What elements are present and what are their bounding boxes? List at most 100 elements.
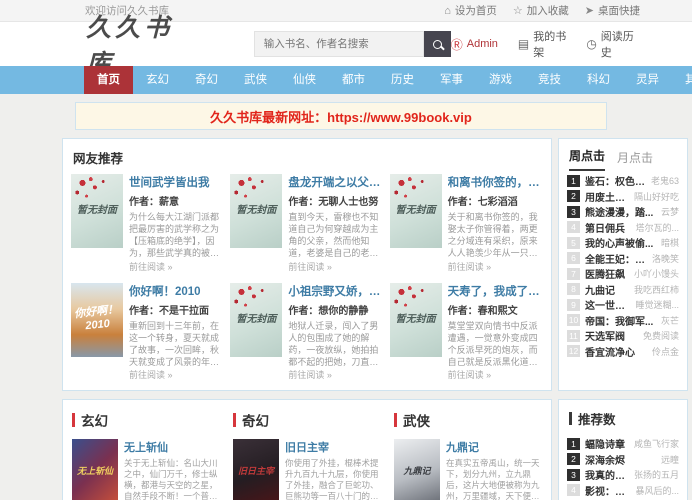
book-title: 我真的控制不... xyxy=(585,467,630,482)
rank-list-item[interactable]: 5 我的心声被偷... 暗棋 xyxy=(559,235,687,251)
book-title: 九曲记 xyxy=(585,282,630,297)
book-title-link[interactable]: 和离书你签的，我... xyxy=(448,174,543,190)
rank-list-item[interactable]: 1 鉴石：权色人生 老鬼63 xyxy=(559,173,687,189)
rank-list-item[interactable]: 4 影视：从我的... 暴风后的... xyxy=(559,483,687,499)
book-title-link[interactable]: 你好啊！2010 xyxy=(129,283,224,299)
read-more-link[interactable]: 前往阅读 » xyxy=(129,260,224,273)
rank-list-item[interactable]: 3 熊途漫漫，踏... 云梦 xyxy=(559,204,687,220)
rank-badge: 9 xyxy=(567,299,580,311)
book-author: 作者：七彩滔滔 xyxy=(448,193,543,208)
my-bookshelf-link[interactable]: ▤ 我的书架 xyxy=(518,28,566,60)
rank-tabs: 周点击 月点击 xyxy=(559,139,687,171)
latest-url-banner[interactable]: 久久书库最新网址：https://www.99book.vip xyxy=(75,102,607,130)
book-author: 暗棋 xyxy=(661,236,679,249)
search-input[interactable] xyxy=(254,31,424,57)
book-author: 作者：无聊人士也努 xyxy=(288,193,383,208)
set-homepage-link[interactable]: ⌂ 设为首页 xyxy=(444,3,497,18)
reading-history-link[interactable]: ◷ 阅读历史 xyxy=(586,28,634,60)
rank-list-item[interactable]: 1 蝠隐诗章 咸鱼飞行家 xyxy=(559,436,687,452)
read-more-link[interactable]: 前往阅读 » xyxy=(288,260,383,273)
rank-list-item[interactable]: 12 香宜流净心 伶点金 xyxy=(559,344,687,360)
read-more-link[interactable]: 前往阅读 » xyxy=(288,368,383,381)
nav-item-lingyi[interactable]: 灵异 xyxy=(623,66,672,94)
book-title: 我的心声被偷... xyxy=(585,235,657,250)
nav-item-lishi[interactable]: 历史 xyxy=(378,66,427,94)
book-title-link[interactable]: 无上斩仙 xyxy=(124,439,220,455)
book-cover[interactable]: 九鼎记 xyxy=(394,439,440,500)
read-more-link[interactable]: 前往阅读 » xyxy=(448,260,543,273)
nav-item-home[interactable]: 首页 xyxy=(84,66,133,94)
book-title-link[interactable]: 小祖宗野又娇，池... xyxy=(288,283,383,299)
nav-item-dushi[interactable]: 都市 xyxy=(329,66,378,94)
featured-book: 旧日主宰 旧日主宰 你使用了外挂，棍棒术提升九百九十九层，你使用了外挂，融合了巨… xyxy=(233,439,381,500)
rank-badge: 10 xyxy=(567,314,580,326)
rank-accent-bar xyxy=(569,412,572,425)
cover-label: 暂无封面 xyxy=(396,314,436,326)
book-author: 灰芒 xyxy=(661,314,679,327)
book-title-link[interactable]: 九鼎记 xyxy=(446,439,542,455)
search-button[interactable] xyxy=(424,31,451,57)
tab-week-click[interactable]: 周点击 xyxy=(569,147,605,171)
nav-item-youxi[interactable]: 游戏 xyxy=(476,66,525,94)
nav-item-wuxia[interactable]: 武侠 xyxy=(231,66,280,94)
read-more-link[interactable]: 前往阅读 » xyxy=(129,368,224,381)
rank-list-item[interactable]: 6 全能王妃：她... 洛晚笑 xyxy=(559,251,687,267)
book-desc: 莫堂堂双向情书中反派遭遇，一觉意外变成四个反派早死的炮灰，而自己就是反派黑化道路… xyxy=(448,320,543,369)
nav-item-xianxia[interactable]: 仙侠 xyxy=(280,66,329,94)
book-card: 暂无封面 盘龙开端之以父之名 作者：无聊人士也努 直到今天，雷穆也不知道自己为何… xyxy=(230,174,383,273)
category-sections-panel: 玄幻 无上斩仙 无上斩仙 关于无上斩仙：名山大川之中，仙门万千，修士纵横，都港与… xyxy=(62,399,552,500)
book-cover[interactable]: 暂无封面 xyxy=(390,283,442,357)
book-cover[interactable]: 暂无封面 xyxy=(71,174,123,248)
read-more-link[interactable]: 前往阅读 » xyxy=(448,368,543,381)
rank-list: 1 鉴石：权色人生 老鬼63 2 用废土世界的... 隔山好好吃 3 熊途漫漫，… xyxy=(559,171,687,363)
book-desc: 为什么每大江湖门派都把最厉害的武学称之为【压箱底的绝学】，因为，那些武学真的被压… xyxy=(129,211,224,260)
nav-item-jingji[interactable]: 竞技 xyxy=(525,66,574,94)
book-title-link[interactable]: 旧日主宰 xyxy=(285,439,381,455)
rank-list-item[interactable]: 8 九曲记 我吃西红柿 xyxy=(559,282,687,298)
star-icon: ☆ xyxy=(513,4,523,17)
main-row: 网友推荐 暂无封面 世间武学皆出我 作者：薪意 为什么每大江湖门派都把最厉害的武… xyxy=(62,138,688,391)
book-cover[interactable]: 无上斩仙 xyxy=(72,439,118,500)
rank-badge: 4 xyxy=(567,484,580,496)
nav-item-qihuan[interactable]: 奇幻 xyxy=(182,66,231,94)
top-links: ⌂ 设为首页 ☆ 加入收藏 ➤ 桌面快捷 xyxy=(444,3,640,18)
rank-list-item[interactable]: 7 医腾狂飙 小吖小馒头 xyxy=(559,266,687,282)
nav-item-kehuan[interactable]: 科幻 xyxy=(574,66,623,94)
nav-item-junshi[interactable]: 军事 xyxy=(427,66,476,94)
add-favorite-link[interactable]: ☆ 加入收藏 xyxy=(513,3,569,18)
book-title: 影视：从我的... xyxy=(585,483,631,498)
nav-item-xuanhuan[interactable]: 玄幻 xyxy=(133,66,182,94)
book-cover[interactable]: 暂无封面 xyxy=(230,283,282,357)
book-title-link[interactable]: 世间武学皆出我 xyxy=(129,174,224,190)
cover-label: 暂无封面 xyxy=(77,205,117,217)
book-author: 作者：不是干拉面 xyxy=(129,302,224,317)
rank-list-item[interactable]: 11 天选军阀 免费阅读 xyxy=(559,328,687,344)
rank-list-item[interactable]: 10 帝国：我御军... 灰芒 xyxy=(559,313,687,329)
desktop-shortcut-link[interactable]: ➤ 桌面快捷 xyxy=(585,3,640,18)
book-title: 这一世，恋蝶... xyxy=(585,297,631,312)
nav-item-qita[interactable]: 其他 xyxy=(672,66,692,94)
book-author: 远瞳 xyxy=(661,453,679,466)
book-cover[interactable]: 旧日主宰 xyxy=(233,439,279,500)
rank-list-item[interactable]: 2 深海余烬 远瞳 xyxy=(559,452,687,468)
book-cover[interactable]: 暂无封面 xyxy=(230,174,282,248)
book-author: 张扬的五月 xyxy=(634,468,679,481)
book-card: 暂无封面 和离书你签的，我... 作者：七彩滔滔 关于和离书你签的，我娶太子你管… xyxy=(390,174,543,273)
featured-book: 九鼎记 九鼎记 在真实五帝禹山，统一天下，划分九州，立九鼎后，这片大地便被称为九… xyxy=(394,439,542,500)
book-cover[interactable]: 暂无封面 xyxy=(390,174,442,248)
book-cover[interactable]: 你好啊！2010 xyxy=(71,283,123,357)
rank-list-item[interactable]: 9 这一世，恋蝶... 睡觉迷糊... xyxy=(559,297,687,313)
book-desc: 地狱人迁录，闯入了男人的包围成了她的解药，一夜放纵，她拍拍都不起的把她，刀直直的… xyxy=(288,320,383,369)
rank-header: 推荐数 xyxy=(559,400,687,434)
book-title: 鉴石：权色人生 xyxy=(585,173,647,188)
book-title-link[interactable]: 盘龙开端之以父之名 xyxy=(288,174,383,190)
add-favorite-label: 加入收藏 xyxy=(527,3,569,18)
tab-month-click[interactable]: 月点击 xyxy=(617,149,653,171)
book-title-link[interactable]: 天寿了，我成了四... xyxy=(448,283,543,299)
rank-list-item[interactable]: 3 我真的控制不... 张扬的五月 xyxy=(559,467,687,483)
rank-list-item[interactable]: 4 第日佣兵 塔尔瓦的... xyxy=(559,220,687,236)
section-qihuan: 奇幻 旧日主宰 旧日主宰 你使用了外挂，棍棒术提升九百九十九层，你使用了外挂，融… xyxy=(233,410,381,500)
admin-account-link[interactable]: Ⓡ Admin xyxy=(451,28,498,60)
rank-list-item[interactable]: 2 用废土世界的... 隔山好好吃 xyxy=(559,189,687,205)
section-title: 奇幻 xyxy=(242,410,269,430)
